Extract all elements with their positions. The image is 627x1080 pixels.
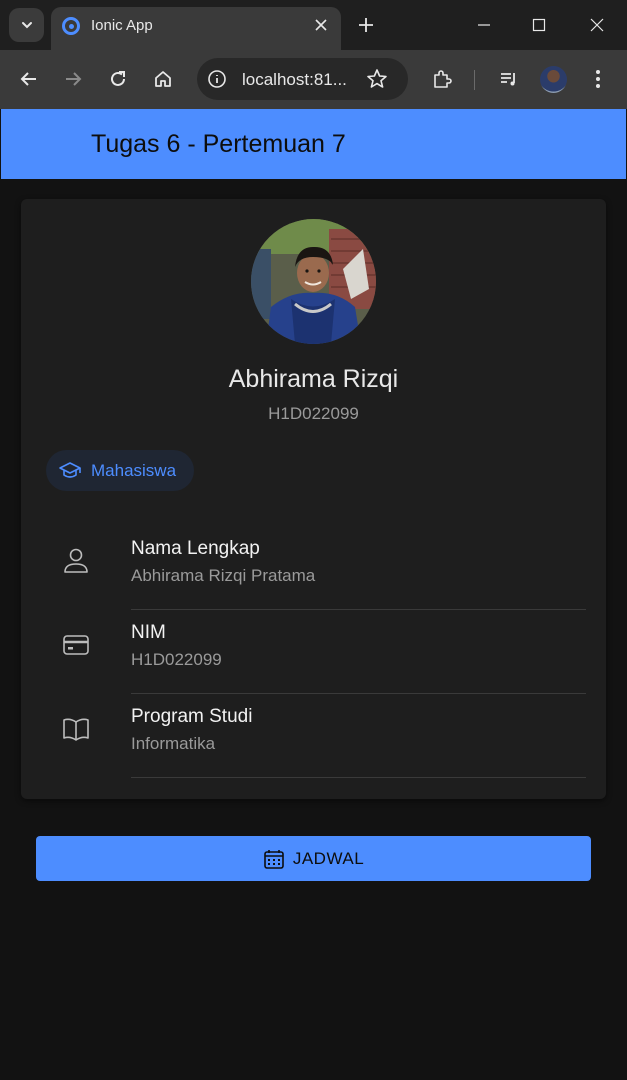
- calendar-icon: [264, 849, 284, 869]
- close-icon: [590, 18, 604, 32]
- chevron-down-icon: [21, 22, 32, 29]
- address-bar[interactable]: localhost:81...: [197, 58, 408, 100]
- jadwal-button[interactable]: JADWAL: [36, 836, 591, 881]
- star-icon[interactable]: [366, 68, 388, 90]
- list-item-title: Program Studi: [131, 706, 253, 727]
- jadwal-button-label: JADWAL: [292, 848, 365, 868]
- arrow-left-icon: [20, 72, 36, 86]
- card-icon: [63, 635, 89, 655]
- list-item-title: NIM: [131, 622, 166, 643]
- tab-close-button[interactable]: [311, 15, 331, 35]
- close-icon: [315, 19, 327, 31]
- role-chip-label: Mahasiswa: [91, 460, 177, 480]
- plus-icon: [359, 18, 373, 32]
- media-controls-button[interactable]: [497, 67, 521, 91]
- profile-card: Abhirama Rizqi H1D022099 Mahasiswa Nama …: [21, 199, 606, 799]
- url-text[interactable]: localhost:81...: [242, 70, 347, 90]
- forward-button[interactable]: [61, 67, 85, 91]
- kebab-menu-icon: [596, 70, 600, 88]
- minimize-icon: [478, 24, 490, 26]
- list-item-value: Abhirama Rizqi Pratama: [131, 566, 316, 585]
- app-header: Tugas 6 - Pertemuan 7: [1, 109, 626, 179]
- page-title: Tugas 6 - Pertemuan 7: [91, 130, 346, 158]
- list-item-program-studi: Program Studi Informatika: [41, 694, 606, 778]
- browser-menu-button[interactable]: [586, 67, 610, 91]
- profile-avatar[interactable]: [540, 66, 567, 93]
- browser-tab[interactable]: Ionic App: [51, 7, 341, 50]
- maximize-icon: [532, 18, 546, 32]
- person-icon: [64, 548, 88, 573]
- toolbar-separator: [474, 70, 475, 90]
- back-button[interactable]: [17, 67, 41, 91]
- role-chip[interactable]: Mahasiswa: [46, 450, 194, 491]
- home-button[interactable]: [151, 67, 175, 91]
- extensions-button[interactable]: [430, 67, 454, 91]
- list-item-title: Nama Lengkap: [131, 538, 260, 559]
- tab-search-button[interactable]: [9, 8, 44, 42]
- profile-name: Abhirama Rizqi: [228, 365, 399, 393]
- close-window-button[interactable]: [586, 14, 608, 36]
- list-item-nama-lengkap: Nama Lengkap Abhirama Rizqi Pratama: [41, 526, 606, 610]
- playlist-icon: [501, 73, 515, 86]
- minimize-button[interactable]: [473, 14, 495, 36]
- school-icon: [59, 461, 81, 478]
- book-icon: [63, 718, 89, 741]
- tab-title: Ionic App: [91, 17, 153, 34]
- puzzle-icon: [434, 70, 452, 88]
- browser-toolbar: localhost:81...: [0, 50, 627, 109]
- profile-photo: [251, 219, 376, 344]
- app-content: Abhirama Rizqi H1D022099 Mahasiswa Nama …: [1, 179, 626, 1079]
- list-item-nim: NIM H1D022099: [41, 610, 606, 694]
- info-icon[interactable]: [207, 69, 227, 89]
- reload-button[interactable]: [106, 67, 130, 91]
- browser-tabstrip: Ionic App: [0, 0, 627, 50]
- ionic-icon: [62, 17, 80, 35]
- reload-icon: [111, 71, 125, 86]
- home-icon: [155, 71, 171, 87]
- profile-nim: H1D022099: [268, 404, 359, 423]
- details-list: Nama Lengkap Abhirama Rizqi Pratama NIM …: [41, 526, 606, 778]
- arrow-right-icon: [66, 72, 82, 86]
- list-item-value: H1D022099: [131, 650, 222, 669]
- new-tab-button[interactable]: [355, 14, 377, 36]
- maximize-button[interactable]: [528, 14, 550, 36]
- list-item-value: Informatika: [131, 734, 216, 753]
